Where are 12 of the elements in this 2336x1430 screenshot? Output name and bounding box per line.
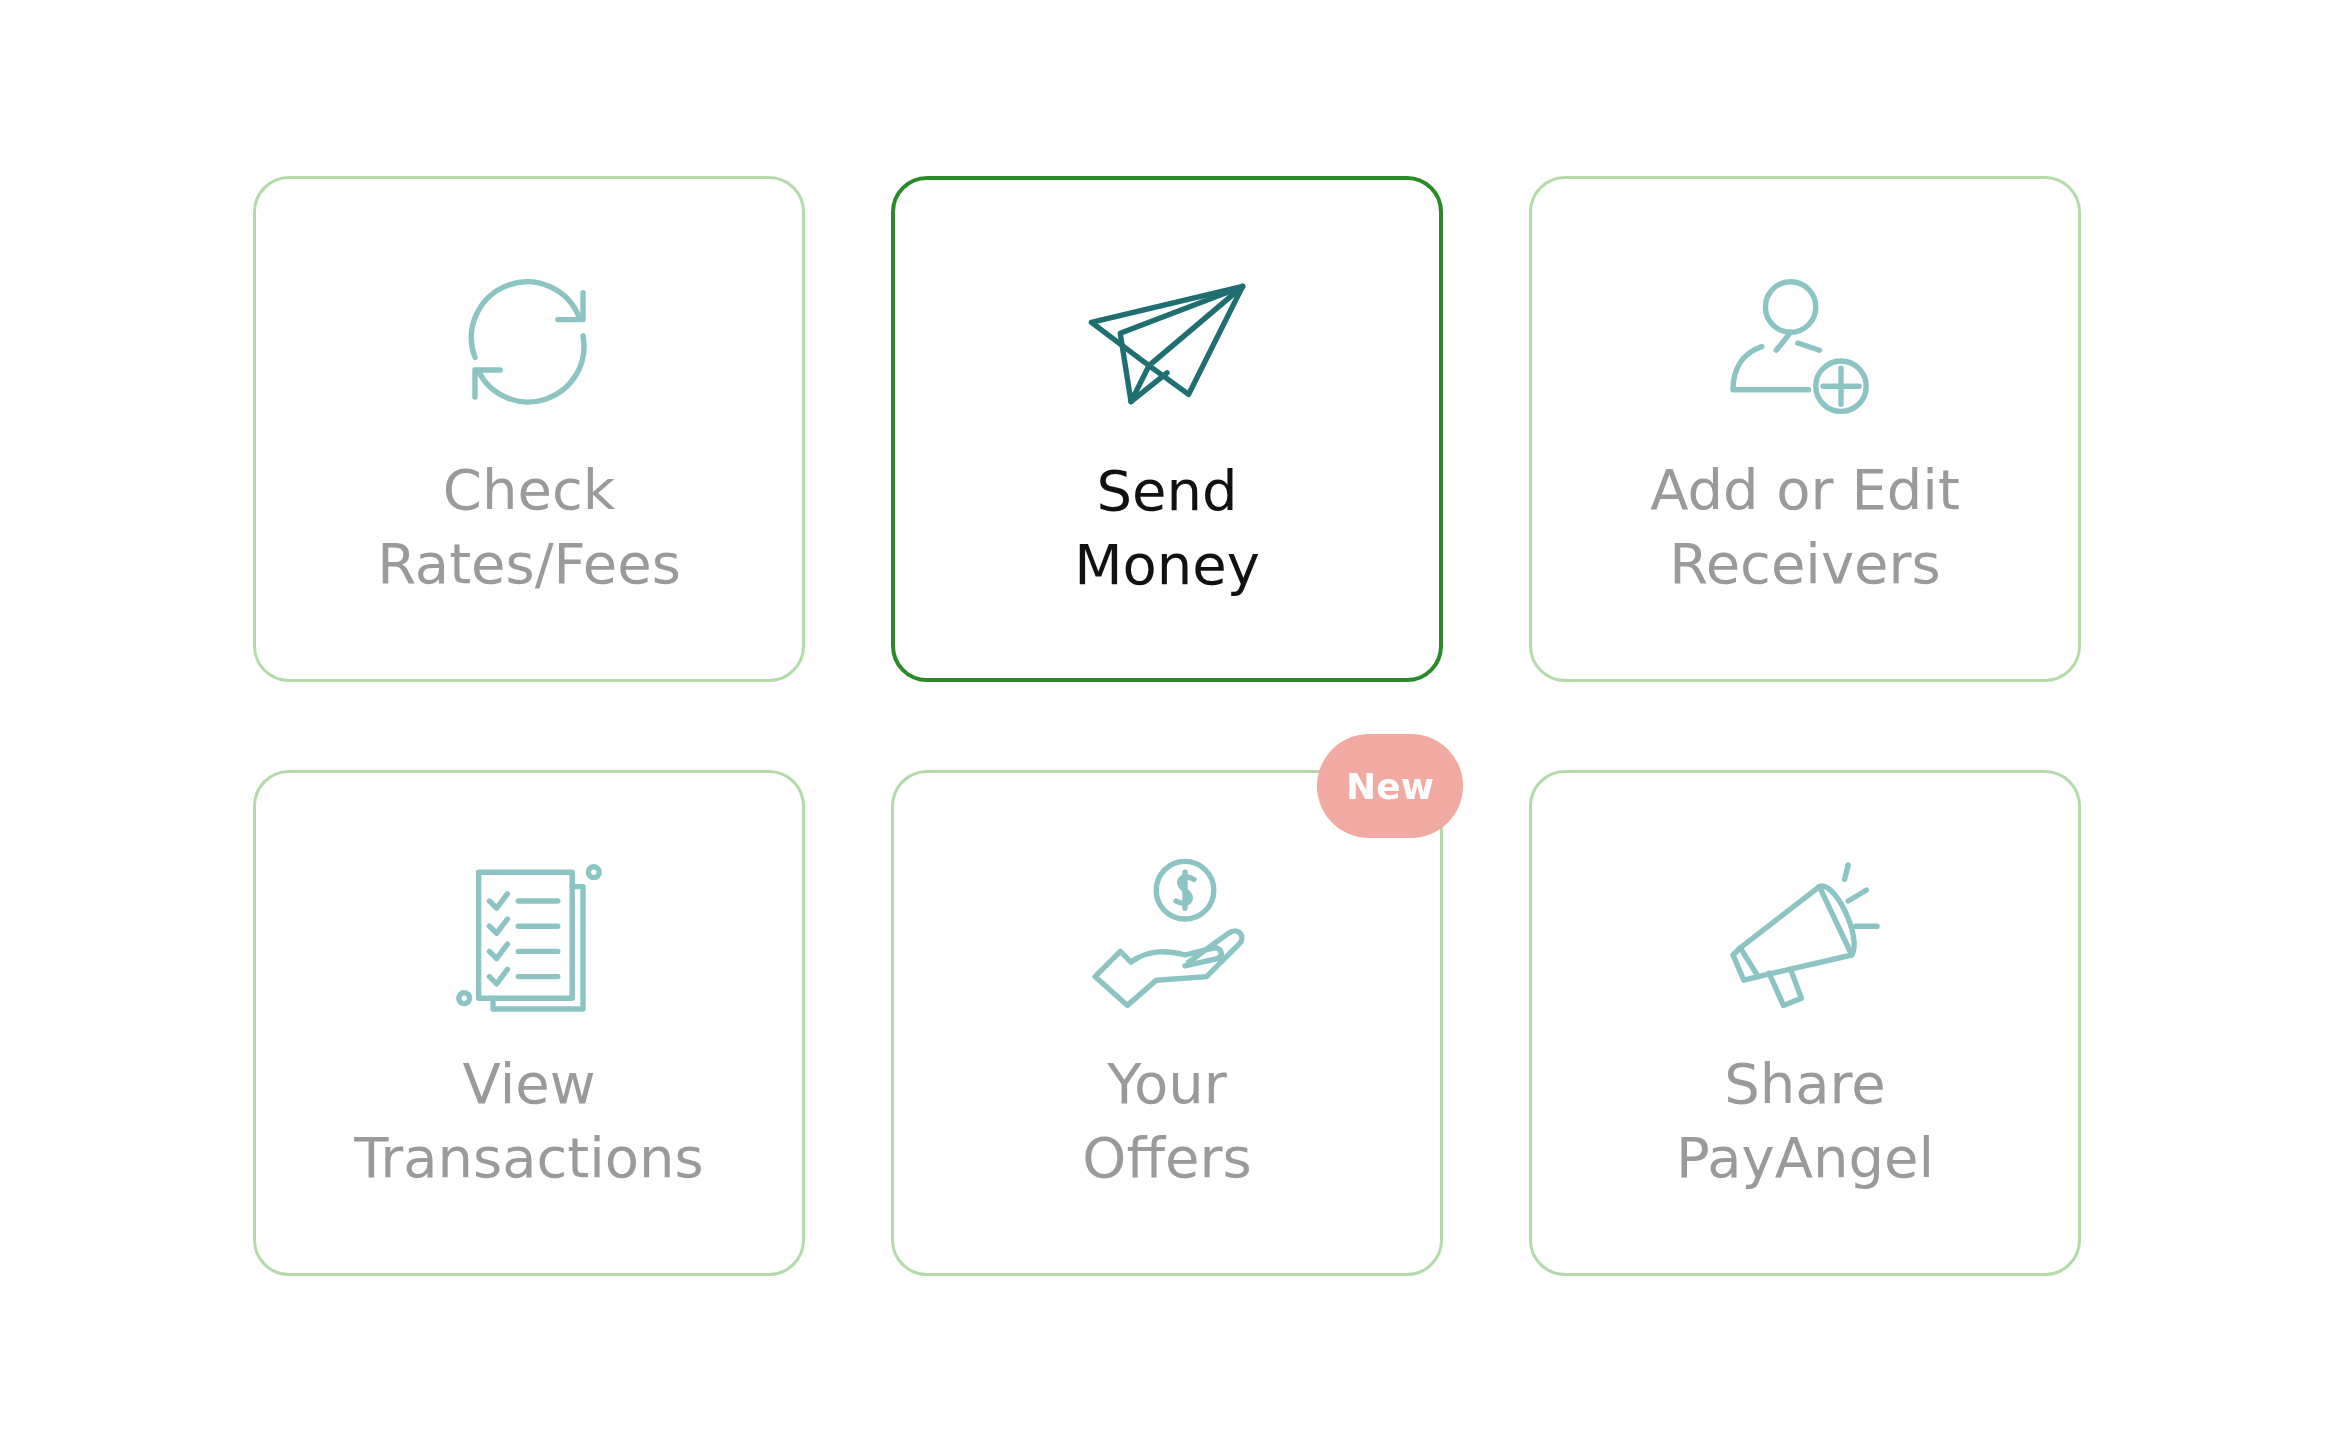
- tile-label: Your Offers: [1082, 1050, 1252, 1192]
- tile-label: View Transactions: [354, 1050, 704, 1192]
- tile-label: Send Money: [1074, 457, 1260, 599]
- new-badge: New: [1317, 734, 1463, 838]
- tile-label: Share PayAngel: [1675, 1050, 1935, 1192]
- menu-tile[interactable]: Check Rates/Fees: [253, 176, 805, 682]
- menu-tile[interactable]: Send Money: [891, 176, 1443, 682]
- menu-tile[interactable]: Share PayAngel: [1529, 770, 2081, 1276]
- menu-tile[interactable]: Add or Edit Receivers: [1529, 176, 2081, 682]
- tile-label: Check Rates/Fees: [377, 456, 681, 598]
- menu-tile[interactable]: View Transactions: [253, 770, 805, 1276]
- tile-label: Add or Edit Receivers: [1650, 456, 1960, 598]
